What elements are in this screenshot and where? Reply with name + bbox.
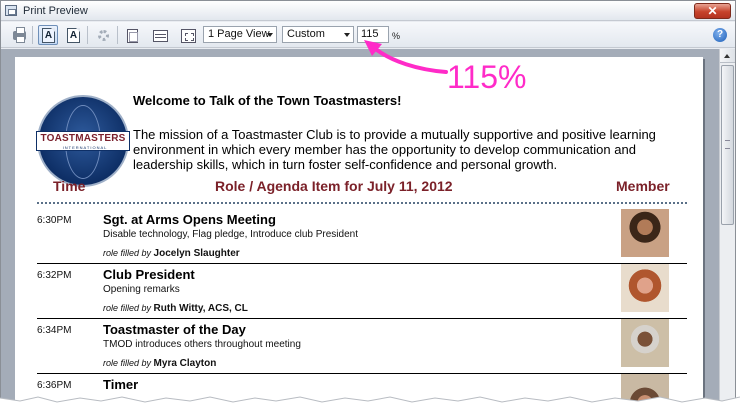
agenda-description: Disable technology, Flag pledge, Introdu… bbox=[103, 229, 358, 240]
preview-page: TOASTMASTERS INTERNATIONAL Welcome to Ta… bbox=[15, 57, 703, 403]
logo-sub-text: INTERNATIONAL bbox=[62, 145, 108, 150]
agenda-description: TMOD introduces others throughout meetin… bbox=[103, 339, 301, 350]
page-view-select[interactable]: 1 Page View bbox=[203, 26, 277, 43]
agenda-time: 6:34PM bbox=[37, 325, 72, 336]
role-column-header: Role / Agenda Item for July 11, 2012 bbox=[215, 178, 453, 194]
toastmasters-logo: TOASTMASTERS INTERNATIONAL bbox=[36, 95, 130, 187]
row-divider bbox=[37, 318, 687, 319]
print-preview-app-icon bbox=[5, 5, 17, 16]
gear-icon bbox=[98, 30, 109, 41]
role-filled-by: role filled by Ruth Witty, ACS, CL bbox=[103, 303, 248, 314]
page-view-value: 1 Page View bbox=[208, 28, 270, 40]
agenda-time: 6:36PM bbox=[37, 380, 72, 391]
role-filled-by: role filled by Jocelyn Slaughter bbox=[103, 248, 240, 259]
title-bar: Print Preview ✕ bbox=[1, 1, 735, 21]
logo-band-text: TOASTMASTERS bbox=[40, 133, 126, 144]
chevron-down-icon bbox=[267, 33, 273, 37]
full-width-button[interactable] bbox=[150, 25, 170, 45]
role-filled-by: role filled by Myra Clayton bbox=[103, 358, 217, 369]
portrait-button[interactable]: A bbox=[38, 25, 58, 45]
member-photo bbox=[621, 319, 669, 367]
page-setup-button[interactable] bbox=[93, 25, 113, 45]
member-photo bbox=[621, 209, 669, 257]
toolbar-separator bbox=[117, 26, 118, 44]
toolbar-separator bbox=[87, 26, 88, 44]
zoom-annotation: 115% bbox=[447, 59, 527, 95]
agenda-role: Club President bbox=[103, 267, 195, 282]
landscape-button[interactable]: A bbox=[63, 25, 83, 45]
scroll-thumb[interactable] bbox=[721, 65, 734, 225]
agenda-row: 6:30PM Sgt. at Arms Opens Meeting Disabl… bbox=[37, 208, 687, 264]
agenda-description: Opening remarks bbox=[103, 284, 180, 295]
member-column-header: Member bbox=[616, 178, 670, 194]
row-divider bbox=[37, 373, 687, 374]
portrait-page-icon: A bbox=[42, 28, 55, 43]
scroll-up-icon[interactable] bbox=[720, 49, 735, 63]
zoom-mode-value: Custom bbox=[287, 28, 325, 40]
member-name: Jocelyn Slaughter bbox=[153, 248, 240, 259]
vertical-scrollbar[interactable] bbox=[719, 49, 735, 403]
preview-viewport: TOASTMASTERS INTERNATIONAL Welcome to Ta… bbox=[1, 49, 735, 403]
welcome-heading: Welcome to Talk of the Town Toastmasters… bbox=[133, 93, 402, 108]
print-button[interactable] bbox=[9, 25, 29, 45]
time-column-header: Time bbox=[53, 178, 86, 194]
landscape-page-icon: A bbox=[67, 28, 80, 43]
member-name: Myra Clayton bbox=[153, 358, 217, 369]
member-name: Ruth Witty, ACS, CL bbox=[153, 303, 248, 314]
help-icon[interactable]: ? bbox=[713, 28, 727, 42]
agenda-role: Toastmaster of the Day bbox=[103, 322, 246, 337]
member-photo bbox=[621, 264, 669, 312]
page-icon bbox=[127, 29, 138, 43]
torn-edge bbox=[0, 396, 740, 410]
agenda-row: 6:34PM Toastmaster of the Day TMOD intro… bbox=[37, 318, 687, 374]
annotation-arrow bbox=[364, 40, 448, 74]
mission-statement: The mission of a Toastmaster Club is to … bbox=[133, 127, 656, 172]
agenda-row: 6:32PM Club President Opening remarks ro… bbox=[37, 263, 687, 319]
chevron-down-icon bbox=[344, 33, 350, 37]
toolbar-separator bbox=[32, 26, 33, 44]
page-width-icon bbox=[153, 30, 168, 42]
header-footer-button[interactable] bbox=[122, 25, 142, 45]
zoom-mode-select[interactable]: Custom bbox=[282, 26, 354, 43]
agenda-time: 6:30PM bbox=[37, 215, 72, 226]
window-title: Print Preview bbox=[23, 5, 88, 17]
agenda-time: 6:32PM bbox=[37, 270, 72, 281]
close-button[interactable]: ✕ bbox=[694, 3, 731, 19]
header-divider bbox=[37, 202, 687, 204]
agenda-role: Timer bbox=[103, 377, 139, 392]
printer-icon bbox=[13, 27, 26, 43]
row-divider bbox=[37, 263, 687, 264]
page-fit-icon bbox=[181, 29, 196, 43]
agenda-role: Sgt. at Arms Opens Meeting bbox=[103, 212, 276, 227]
full-page-button[interactable] bbox=[178, 25, 198, 45]
